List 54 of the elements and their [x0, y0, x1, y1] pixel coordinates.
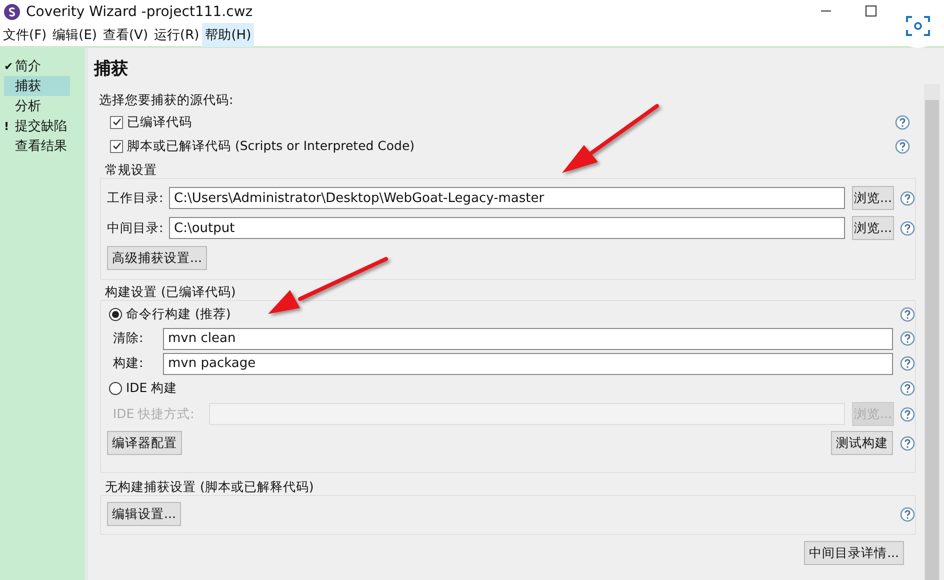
help-icon[interactable]	[900, 506, 915, 522]
menu-item[interactable]: 查看(V)	[100, 23, 152, 47]
checkbox[interactable]	[110, 140, 123, 152]
radio-button[interactable]	[109, 308, 122, 320]
input-field[interactable]: mvn clean	[163, 328, 893, 350]
help-icon[interactable]	[900, 380, 915, 396]
group-title: 无构建捕获设置 (脚本或已解释代码)	[104, 479, 314, 495]
field-label: IDE 快捷方式:	[112, 406, 196, 422]
menu-item[interactable]: 文件(F)	[0, 23, 50, 47]
sidebar-item[interactable]: 分析	[4, 96, 70, 116]
radio-label: IDE 构建	[126, 380, 178, 396]
help-icon[interactable]	[900, 436, 915, 450]
help-icon[interactable]	[895, 138, 910, 154]
field-label: 中间目录:	[107, 220, 164, 236]
sidebar-item[interactable]: 查看结果	[4, 136, 71, 156]
details-button[interactable]: 中间目录详情...	[804, 541, 904, 565]
help-icon[interactable]	[900, 190, 915, 206]
sidebar-item[interactable]: ✔简介	[4, 56, 70, 76]
checkbox[interactable]	[110, 116, 123, 128]
input-field[interactable]: C:\Users\Administrator\Desktop\WebGoat-Legacy-master	[169, 187, 845, 209]
checkbox-label: 脚本或已解译代码 (Scripts or Interpreted Code)	[127, 138, 415, 154]
checkbox-label: 已编译代码	[127, 114, 192, 130]
menu-item[interactable]: 运行(R)	[151, 23, 202, 47]
section-prompt: 选择您要捕获的源代码:	[99, 92, 234, 109]
page-heading: 捕获	[94, 58, 128, 80]
input-field[interactable]: mvn package	[163, 352, 893, 374]
group-title: 常规设置	[104, 162, 157, 178]
window-title: Coverity Wizard -project111.cwz	[26, 4, 253, 20]
field-label: 构建:	[112, 355, 144, 372]
help-icon[interactable]	[900, 220, 915, 236]
browse-button[interactable]: 浏览...	[852, 186, 894, 210]
menu-item[interactable]: 帮助(H)	[202, 23, 254, 47]
radio-label: 命令行构建 (推荐)	[126, 306, 231, 322]
browse-button[interactable]: 浏览...	[852, 216, 894, 240]
field-label: 清除:	[112, 330, 144, 347]
scrollbar[interactable]	[924, 84, 940, 580]
radio-button[interactable]	[109, 382, 122, 394]
help-icon[interactable]	[900, 306, 915, 322]
help-icon[interactable]	[900, 331, 915, 346]
input-field[interactable]: C:\output	[169, 217, 845, 239]
advanced-button[interactable]: 高级捕获设置...	[107, 246, 207, 270]
test-build-button[interactable]: 测试构建	[831, 431, 893, 455]
sidebar-item[interactable]: ! 提交缺陷	[4, 116, 71, 136]
app-logo-icon	[4, 4, 20, 20]
help-icon[interactable]	[900, 356, 915, 371]
maximize-icon[interactable]	[865, 4, 877, 18]
field-label: 工作目录:	[107, 190, 164, 206]
help-icon[interactable]	[900, 406, 915, 422]
group-title: 构建设置 (已编译代码)	[104, 284, 236, 300]
help-icon[interactable]	[895, 114, 910, 130]
edit-settings-button[interactable]: 编辑设置...	[107, 502, 181, 526]
compiler-config-button[interactable]: 编译器配置	[107, 431, 182, 455]
menu-item[interactable]: 编辑(E)	[50, 23, 100, 47]
sidebar-item[interactable]: 捕获	[4, 76, 70, 96]
